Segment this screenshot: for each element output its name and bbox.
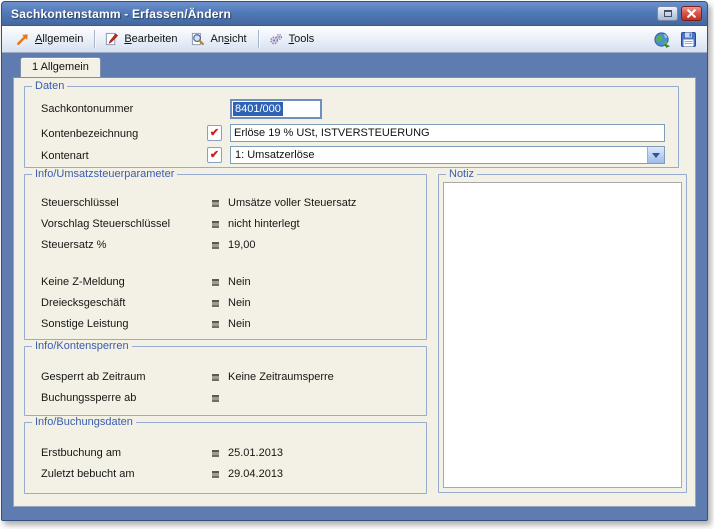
bullet-icon	[212, 279, 219, 286]
edit-page-icon	[106, 32, 119, 45]
tab-allgemein[interactable]: 1 Allgemein	[20, 57, 101, 78]
row-label: Zuletzt bebucht am	[41, 468, 135, 480]
row-label: Gesperrt ab Zeitraum	[41, 371, 146, 383]
menu-allgemein[interactable]: Allgemein	[10, 30, 90, 49]
title-bar: Sachkontenstamm - Erfassen/Ändern	[2, 2, 707, 26]
row-label: Sonstige Leistung	[41, 318, 129, 330]
kontenbezeichnung-input[interactable]	[230, 124, 665, 142]
bullet-icon	[212, 374, 219, 381]
menu-bearbeiten-label: Bearbeiten	[124, 33, 178, 45]
content-panel: Daten Sachkontonummer 8401/000 Kontenbez…	[13, 77, 696, 507]
info-row: Dreiecksgeschäft Nein	[25, 295, 426, 311]
menu-ansicht[interactable]: Ansicht	[185, 30, 254, 49]
restore-window-button[interactable]	[657, 6, 678, 21]
close-icon	[687, 9, 696, 18]
row-label: Steuerschlüssel	[41, 197, 119, 209]
tab-row: 1 Allgemein	[20, 57, 101, 78]
kontenart-check-button[interactable]: ✔	[207, 147, 222, 163]
group-daten: Daten Sachkontonummer 8401/000 Kontenbez…	[24, 80, 679, 168]
row-value: 19,00	[228, 239, 256, 251]
gears-icon	[269, 33, 282, 44]
globe-icon[interactable]	[653, 31, 671, 48]
info-row: Keine Z-Meldung Nein	[25, 274, 426, 290]
kontenbezeichnung-check-button[interactable]: ✔	[207, 125, 222, 141]
row-value: Keine Zeitraumsperre	[228, 371, 334, 383]
group-umsatzsteuerparameter: Info/Umsatzsteuerparameter Steuerschlüss…	[24, 168, 427, 340]
bullet-icon	[212, 242, 219, 249]
chevron-down-icon	[652, 152, 660, 158]
row-label: Dreiecksgeschäft	[41, 297, 126, 309]
bullet-icon	[212, 450, 219, 457]
bullet-icon	[212, 221, 219, 228]
kontenart-dropdown[interactable]: 1: Umsatzerlöse	[230, 146, 665, 164]
kontenart-value: 1: Umsatzerlöse	[235, 149, 315, 161]
info-row: Gesperrt ab Zeitraum Keine Zeitraumsperr…	[25, 369, 426, 385]
row-value: Nein	[228, 276, 251, 288]
group-umsatzsteuerparameter-title: Info/Umsatzsteuerparameter	[32, 168, 178, 180]
menu-ansicht-label: Ansicht	[210, 33, 247, 45]
row-label: Steuersatz %	[41, 239, 107, 251]
app-window: Sachkontenstamm - Erfassen/Ändern Allgem…	[1, 1, 708, 521]
row-value: 29.04.2013	[228, 468, 284, 480]
info-row: Erstbuchung am 25.01.2013	[25, 445, 426, 461]
group-kontensperren: Info/Kontensperren Gesperrt ab Zeitraum …	[24, 340, 427, 416]
bullet-icon	[212, 200, 219, 207]
label-sachkontonummer: Sachkontonummer	[41, 103, 134, 115]
row-label: Keine Z-Meldung	[41, 276, 125, 288]
row-label: Vorschlag Steuerschlüssel	[41, 218, 171, 230]
label-kontenbezeichnung: Kontenbezeichnung	[41, 128, 139, 140]
row-label: Erstbuchung am	[41, 447, 122, 459]
info-row: Vorschlag Steuerschlüssel nicht hinterle…	[25, 216, 426, 232]
bullet-icon	[212, 395, 219, 402]
restore-icon	[663, 10, 672, 17]
arrow-up-right-icon	[17, 33, 28, 45]
magnifier-page-icon	[191, 32, 204, 45]
group-kontensperren-title: Info/Kontensperren	[32, 340, 132, 352]
menu-allgemein-label: Allgemein	[35, 33, 84, 45]
info-row: Sonstige Leistung Nein	[25, 316, 426, 332]
group-buchungsdaten: Info/Buchungsdaten Erstbuchung am 25.01.…	[24, 416, 427, 494]
row-value: Umsätze voller Steuersatz	[228, 197, 357, 209]
kontenart-dropdown-button[interactable]	[647, 147, 664, 163]
notiz-textarea[interactable]	[443, 182, 682, 488]
save-icon[interactable]	[680, 31, 697, 48]
info-row: Steuersatz % 19,00	[25, 237, 426, 253]
toolbar-separator	[94, 30, 96, 48]
sachkontonummer-input[interactable]: 8401/000	[230, 99, 322, 119]
row-value: Nein	[228, 318, 251, 330]
label-kontenart: Kontenart	[41, 150, 89, 162]
bullet-icon	[212, 300, 219, 307]
row-value: 25.01.2013	[228, 447, 284, 459]
info-row: Steuerschlüssel Umsätze voller Steuersat…	[25, 195, 426, 211]
close-window-button[interactable]	[681, 6, 702, 21]
toolbar-separator	[257, 30, 259, 48]
group-notiz-title: Notiz	[446, 168, 478, 180]
sachkontonummer-value: 8401/000	[233, 102, 283, 116]
row-value: nicht hinterlegt	[228, 218, 300, 230]
bullet-icon	[212, 471, 219, 478]
bullet-icon	[212, 321, 219, 328]
info-row: Buchungssperre ab	[25, 390, 426, 406]
group-notiz: Notiz	[438, 168, 687, 493]
row-label: Buchungssperre ab	[41, 392, 137, 404]
group-buchungsdaten-title: Info/Buchungsdaten	[32, 416, 136, 428]
window-title: Sachkontenstamm - Erfassen/Ändern	[11, 6, 231, 21]
toolbar: Allgemein Bearbeiten Ansicht Tools	[2, 26, 707, 53]
window-body: 1 Allgemein Daten Sachkontonummer 8401/0…	[2, 53, 707, 520]
menu-tools-label: Tools	[288, 33, 315, 45]
row-value: Nein	[228, 297, 251, 309]
info-row: Zuletzt bebucht am 29.04.2013	[25, 466, 426, 482]
group-daten-title: Daten	[32, 80, 68, 92]
menu-tools[interactable]: Tools	[263, 30, 322, 49]
menu-bearbeiten[interactable]: Bearbeiten	[99, 30, 184, 49]
